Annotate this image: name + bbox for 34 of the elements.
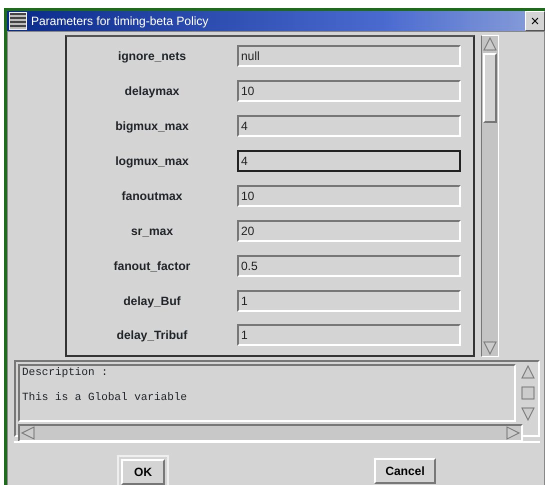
window-title: Parameters for timing-beta Policy — [31, 13, 210, 30]
parameter-field[interactable]: 20 — [237, 220, 461, 242]
parameter-field[interactable]: 10 — [237, 184, 461, 207]
scroll-down-icon[interactable] — [520, 406, 536, 422]
scrollbar[interactable] — [481, 35, 499, 357]
parameter-label: fanout_factor — [112, 258, 192, 275]
parameter-label: delay_Buf — [122, 292, 182, 310]
ok-button[interactable]: OK — [121, 459, 165, 485]
parameter-field[interactable]: 0.5 — [237, 254, 461, 277]
parameter-field[interactable]: null — [237, 45, 461, 68]
close-button[interactable]: × — [525, 11, 545, 31]
parameter-label: sr_max — [130, 222, 174, 240]
cancel-button[interactable]: Cancel — [374, 458, 436, 484]
scroll-up-icon[interactable] — [520, 364, 536, 380]
parameter-label: delaymax — [124, 83, 180, 100]
scroll-thumb[interactable] — [483, 53, 497, 123]
scrollbar[interactable] — [520, 364, 536, 422]
parameter-label: logmux_max — [114, 153, 190, 170]
scroll-left-icon[interactable] — [20, 425, 36, 441]
parameter-field[interactable]: 10 — [237, 80, 461, 102]
parameter-field[interactable]: 1 — [237, 324, 461, 346]
horizontal-scrollbar[interactable] — [18, 424, 523, 442]
parameter-field[interactable]: 4 — [237, 115, 461, 138]
parameter-label: fanoutmax — [120, 188, 184, 205]
parameter-label: ignore_nets — [116, 48, 187, 66]
window-menu-icon[interactable] — [9, 12, 27, 30]
description-text: Description : This is a Global variable — [18, 364, 516, 422]
parameter-label: delay_Tribuf — [116, 327, 188, 344]
scroll-thumb-icon[interactable] — [520, 385, 536, 401]
scroll-right-icon[interactable] — [505, 425, 521, 441]
scroll-down-icon[interactable] — [482, 340, 498, 356]
parameter-field[interactable]: 4 — [237, 150, 461, 172]
parameter-field[interactable]: 1 — [237, 290, 461, 312]
parameter-label: bigmux_max — [114, 118, 190, 136]
